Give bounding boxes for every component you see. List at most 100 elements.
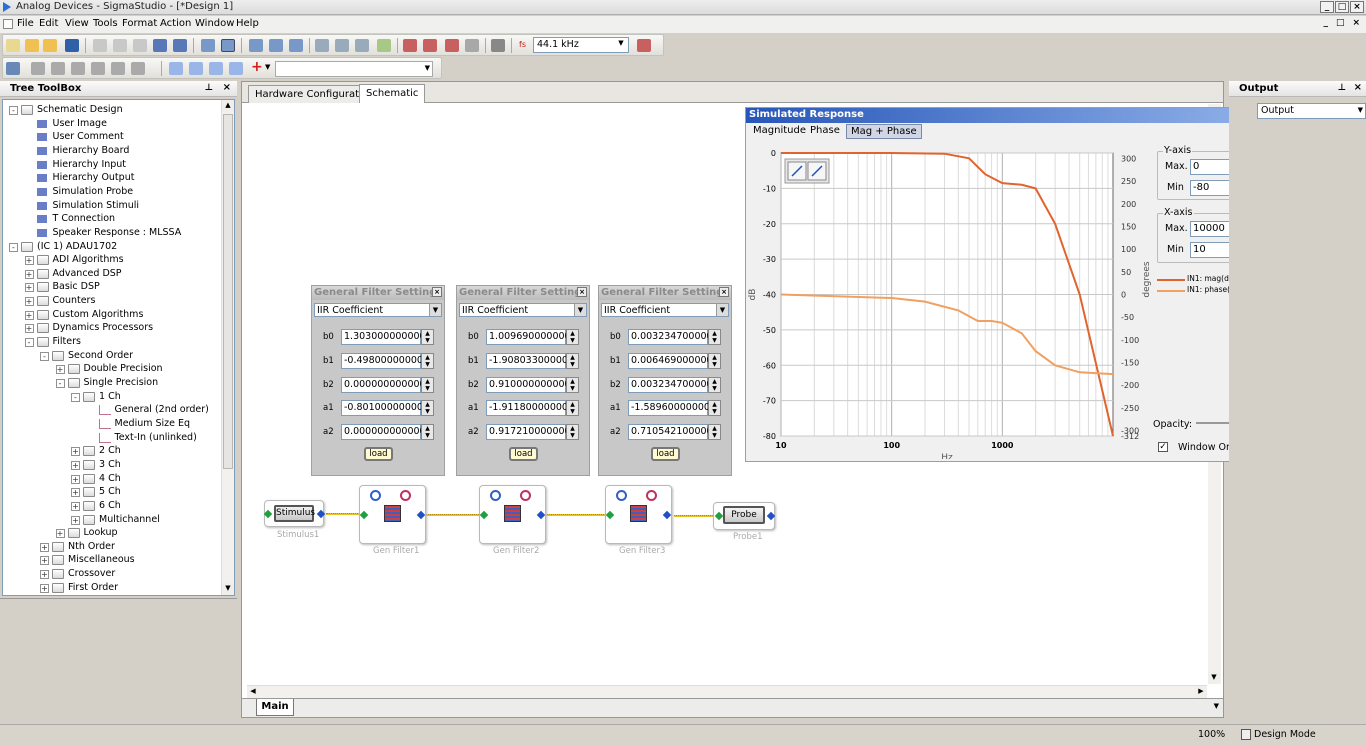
coefficient-input[interactable]: 0.000000000000 [341, 424, 426, 441]
paste-icon[interactable] [133, 39, 147, 52]
menu-help[interactable]: Help [236, 18, 259, 29]
chevron-down-icon[interactable]: ▼ [429, 304, 441, 316]
expand-icon[interactable]: + [71, 474, 80, 484]
tree-item[interactable]: +4 Ch [3, 473, 223, 486]
align-left-icon[interactable] [249, 39, 263, 52]
expand-icon[interactable]: + [71, 488, 80, 498]
menu-view[interactable]: View [65, 18, 89, 29]
link-compile-icon[interactable] [423, 39, 437, 52]
window-on-top-checkbox[interactable]: ✓ [1158, 442, 1168, 452]
expand-icon[interactable]: + [71, 515, 80, 525]
tool-g-icon[interactable] [131, 62, 145, 75]
probe-button[interactable]: Probe [723, 506, 765, 524]
chevron-down-icon[interactable]: ▼ [1214, 702, 1219, 710]
tree-item[interactable]: + Custom Algorithms [3, 309, 223, 322]
tree-item[interactable]: +5 Ch [3, 486, 223, 499]
align-center-icon[interactable] [269, 39, 283, 52]
spinner-icon[interactable]: ▲▼ [566, 400, 579, 417]
distribute-icon[interactable] [355, 39, 369, 52]
open-folder-icon[interactable] [43, 39, 57, 52]
coefficient-input[interactable]: -1.908033000000 [486, 352, 574, 369]
spinner-icon[interactable]: ▲▼ [708, 424, 721, 441]
menu-edit[interactable]: Edit [39, 18, 58, 29]
expand-icon[interactable]: + [24, 256, 34, 266]
chevron-down-icon[interactable]: ▼ [615, 39, 627, 51]
tree-item[interactable]: + Crossover [3, 568, 223, 581]
collapse-icon[interactable]: - [24, 338, 34, 348]
stimulus-block[interactable]: Stimulus [264, 500, 324, 527]
filter-type-select[interactable]: IIR Coefficient ▼ [459, 303, 587, 317]
redo-icon[interactable] [173, 39, 187, 52]
chevron-down-icon[interactable]: ▼ [265, 63, 270, 71]
coefficient-input[interactable]: 1.303000000000 [341, 329, 426, 345]
cut-icon[interactable] [93, 39, 107, 52]
pin-icon[interactable]: ⊥ [1338, 83, 1346, 93]
tree-item[interactable]: Hierarchy Output [3, 172, 223, 185]
tree-item[interactable]: + Dynamics Processors [3, 322, 223, 335]
expand-icon[interactable]: + [24, 269, 34, 279]
format-d-icon[interactable] [229, 62, 243, 75]
tree-item[interactable]: + Miscellaneous [3, 554, 223, 567]
knob-icon[interactable] [370, 490, 381, 501]
tree-item[interactable]: + Lookup [3, 527, 223, 540]
filter-type-select[interactable]: IIR Coefficient ▼ [314, 303, 442, 317]
expand-icon[interactable]: + [71, 447, 80, 457]
close-icon[interactable]: × [719, 287, 729, 297]
expand-icon[interactable]: + [24, 297, 34, 307]
load-button[interactable]: load [364, 447, 393, 461]
scroll-up-icon[interactable]: ▲ [222, 100, 234, 112]
settings-icon[interactable] [637, 39, 651, 52]
collapse-icon[interactable]: - [9, 242, 18, 252]
expand-icon[interactable]: + [24, 310, 34, 320]
coefficient-input[interactable]: 0.003234700000 [628, 329, 713, 345]
pin-icon[interactable]: ⊥ [205, 83, 213, 93]
scroll-thumb[interactable] [223, 114, 233, 469]
tool-c-icon[interactable] [51, 62, 65, 75]
scroll-left-icon[interactable]: ◀ [247, 686, 259, 698]
new-icon[interactable] [6, 39, 20, 52]
tree-item[interactable]: + Basic DSP [3, 281, 223, 294]
spinner-icon[interactable]: ▲▼ [708, 329, 721, 345]
align-right-icon[interactable] [289, 39, 303, 52]
tree-item[interactable]: Speaker Response : MLSSA [3, 227, 223, 240]
close-icon[interactable]: × [223, 82, 231, 93]
scroll-right-icon[interactable]: ▶ [1195, 686, 1207, 698]
tree-item[interactable]: +6 Ch [3, 500, 223, 513]
tree-item[interactable]: - Filters [3, 336, 223, 349]
menu-format[interactable]: Format [122, 18, 157, 29]
menu-tools[interactable]: Tools [93, 18, 118, 29]
format-select[interactable]: ▼ [275, 61, 433, 77]
collapse-icon[interactable]: - [9, 106, 18, 115]
coefficient-input[interactable]: 0.003234700000 [628, 376, 713, 393]
tree-item[interactable]: User Image [3, 118, 223, 131]
tree-item[interactable]: Hierarchy Board [3, 145, 223, 158]
group-icon[interactable] [315, 39, 329, 52]
expand-icon[interactable]: + [24, 283, 34, 293]
tree-item[interactable]: Simulation Stimuli [3, 200, 223, 213]
tree-item[interactable]: + First Order [3, 582, 223, 595]
tree-item[interactable]: +2 Ch [3, 445, 223, 458]
spinner-icon[interactable]: ▲▼ [421, 329, 434, 345]
coefficient-input[interactable]: 0.910000000000 [486, 376, 571, 393]
tree-item[interactable]: +3 Ch [3, 459, 223, 472]
wave-icon[interactable] [520, 490, 531, 501]
coefficient-input[interactable]: 0.006469000000 [628, 352, 713, 369]
expand-icon[interactable]: + [55, 365, 65, 375]
tree-item[interactable]: User Comment [3, 131, 223, 144]
download-icon[interactable] [445, 39, 459, 52]
expand-icon[interactable]: + [55, 529, 65, 539]
coefficient-input[interactable]: 0.917210000000 [486, 424, 571, 441]
schematic-hscroll[interactable]: ◀ ▶ [247, 685, 1207, 698]
save-icon[interactable] [65, 39, 79, 52]
wave-icon[interactable] [646, 490, 657, 501]
minimize-button[interactable]: _ [1320, 1, 1334, 13]
knob-icon[interactable] [616, 490, 627, 501]
sample-rate-select[interactable]: 44.1 kHz ▼ [533, 37, 629, 53]
tree-item[interactable]: + Advanced DSP [3, 268, 223, 281]
menu-window[interactable]: Window [195, 18, 234, 29]
scroll-down-icon[interactable]: ▼ [222, 583, 234, 595]
collapse-icon[interactable]: - [40, 351, 49, 361]
maximize-button[interactable]: □ [1335, 1, 1349, 13]
tree-item[interactable]: + Counters [3, 295, 223, 308]
tool-d-icon[interactable] [71, 62, 85, 75]
